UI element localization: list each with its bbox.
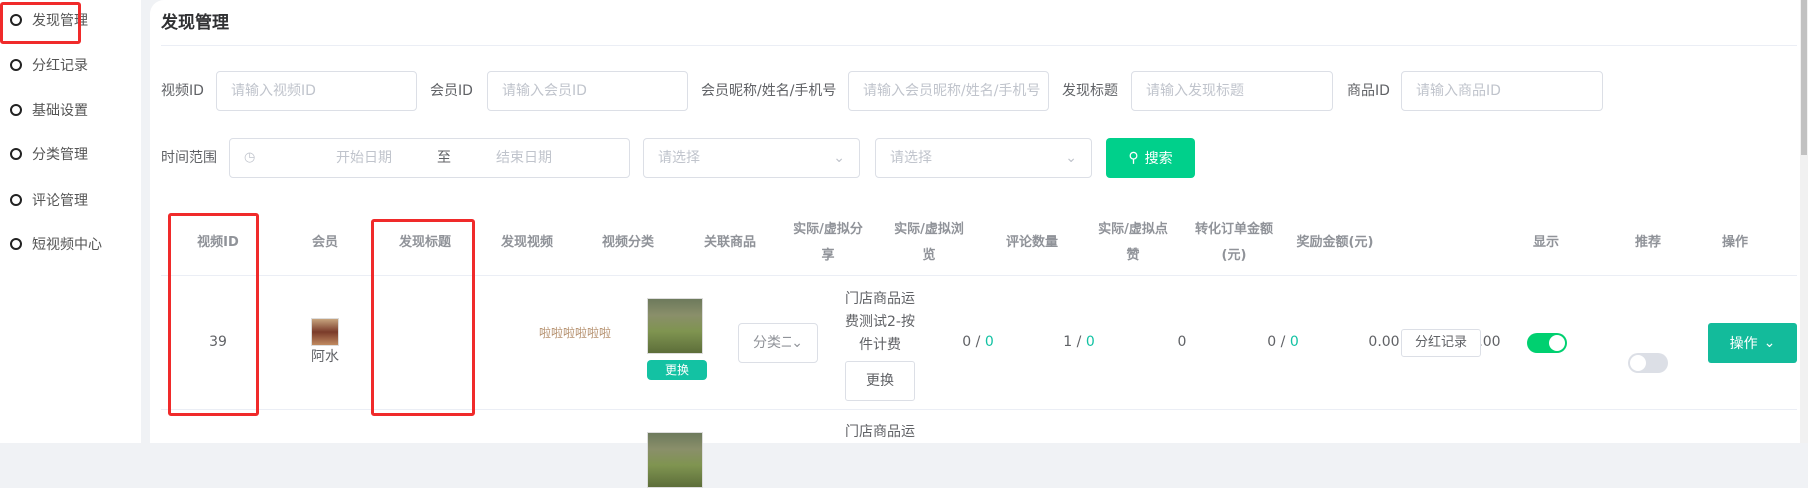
header-goods: 关联商品 — [703, 235, 756, 250]
cell-comments: 0 — [1177, 334, 1187, 350]
circle-icon — [10, 194, 22, 206]
action-dropdown-button[interactable]: 操作 ⌄ — [1708, 323, 1797, 363]
cell-video-id: 39 — [209, 334, 227, 350]
title-input[interactable]: 请输入发现标题 — [1131, 71, 1333, 111]
video-thumbnail[interactable] — [647, 432, 703, 488]
video-id-label: 视频ID — [161, 83, 204, 99]
search-button[interactable]: ⚲ 搜索 — [1106, 138, 1195, 178]
sidebar-item-short-video[interactable]: 短视频中心 — [10, 234, 102, 254]
member-name-input[interactable]: 请输入会员昵称/姓名/手机号 — [848, 71, 1049, 111]
header-action: 操作 — [1721, 235, 1748, 250]
search-icon: ⚲ — [1128, 150, 1139, 166]
chevron-down-icon: ⌄ — [1065, 150, 1077, 166]
select-2[interactable]: 请选择 ⌄ — [875, 138, 1092, 178]
sidebar-item-category[interactable]: 分类管理 — [10, 144, 88, 164]
circle-icon — [10, 59, 22, 71]
sidebar-item-settings[interactable]: 基础设置 — [10, 100, 88, 120]
table-header-divider — [161, 275, 1797, 276]
chevron-down-icon: ⌄ — [833, 150, 845, 166]
cell-likes: 0 / 0 — [1267, 334, 1299, 350]
header-comments: 评论数量 — [1005, 235, 1058, 250]
circle-icon — [10, 104, 22, 116]
header-show: 显示 — [1532, 235, 1559, 250]
divider — [161, 45, 1797, 46]
chevron-down-icon: ⌄ — [791, 335, 803, 351]
start-date[interactable]: 开始日期 — [304, 139, 424, 177]
member-name-label: 会员昵称/姓名/手机号 — [701, 83, 837, 99]
dividend-record-button[interactable]: 分红记录 — [1401, 329, 1481, 357]
cell-goods: 门店商品运 — [845, 424, 915, 440]
avatar — [311, 318, 339, 346]
video-thumbnail[interactable] — [647, 298, 703, 354]
select-1[interactable]: 请选择 ⌄ — [643, 138, 860, 178]
chevron-down-icon: ⌄ — [1763, 335, 1776, 351]
header-views: 实际/虚拟浏览 — [894, 222, 964, 263]
replace-goods-button[interactable]: 更换 — [845, 361, 915, 401]
header-title: 发现标题 — [398, 235, 451, 250]
header-recommend: 推荐 — [1634, 235, 1661, 250]
circle-icon — [10, 14, 22, 26]
date-range-picker[interactable]: ◷ 开始日期 至 结束日期 — [229, 138, 630, 178]
member-id-label: 会员ID — [430, 83, 473, 99]
title-label: 发现标题 — [1062, 83, 1118, 99]
page-title: 发现管理 — [161, 13, 229, 33]
sidebar: 发现管理 分红记录 基础设置 分类管理 评论管理 短视频中心 — [0, 0, 141, 443]
member-name: 阿水 — [311, 349, 339, 365]
cell-video: 更换 — [647, 298, 707, 380]
replace-video-button[interactable]: 更换 — [647, 360, 707, 380]
header-share: 实际/虚拟分享 — [793, 222, 863, 263]
range-separator: 至 — [437, 150, 451, 166]
header-member: 会员 — [311, 235, 338, 250]
header-video: 发现视频 — [500, 235, 553, 250]
header-likes: 实际/虚拟点赞 — [1098, 222, 1168, 263]
header-video-id: 视频ID — [197, 235, 239, 250]
time-range-label: 时间范围 — [161, 150, 217, 166]
row-divider — [161, 409, 1797, 410]
goods-name: 门店商品运费测试2-按件计费 — [845, 291, 915, 353]
circle-icon — [10, 238, 22, 250]
recommend-toggle[interactable] — [1628, 353, 1668, 373]
cell-views: 1 / 0 — [1063, 334, 1095, 350]
category-select[interactable]: 分类二 ⌄ — [738, 323, 818, 363]
header-order-amount: 转化订单金额(元) — [1194, 222, 1273, 263]
cell-member: 阿水 — [275, 318, 375, 366]
show-toggle[interactable] — [1527, 333, 1567, 353]
cell-title: 啦啦啦啦啦啦 — [538, 326, 611, 340]
sidebar-item-dividend[interactable]: 分红记录 — [10, 55, 88, 75]
goods-id-input[interactable]: 请输入商品ID — [1401, 71, 1603, 111]
clock-icon: ◷ — [244, 150, 256, 165]
cell-share: 0 / 0 — [962, 334, 994, 350]
header-reward: 奖励金额(元) — [1296, 235, 1374, 250]
main-panel: 发现管理 视频ID 请输入视频ID 会员ID 请输入会员ID 会员昵称/姓名/手… — [150, 0, 1800, 488]
member-id-input[interactable]: 请输入会员ID — [487, 71, 688, 111]
end-date[interactable]: 结束日期 — [464, 139, 584, 177]
cell-goods: 门店商品运费测试2-按件计费 更换 — [840, 288, 920, 401]
scrollbar[interactable] — [1800, 0, 1808, 443]
sidebar-item-discovery[interactable]: 发现管理 — [10, 10, 88, 30]
header-category: 视频分类 — [601, 235, 654, 250]
video-id-input[interactable]: 请输入视频ID — [216, 71, 417, 111]
goods-id-label: 商品ID — [1347, 83, 1390, 99]
circle-icon — [10, 148, 22, 160]
sidebar-item-comments[interactable]: 评论管理 — [10, 190, 88, 210]
